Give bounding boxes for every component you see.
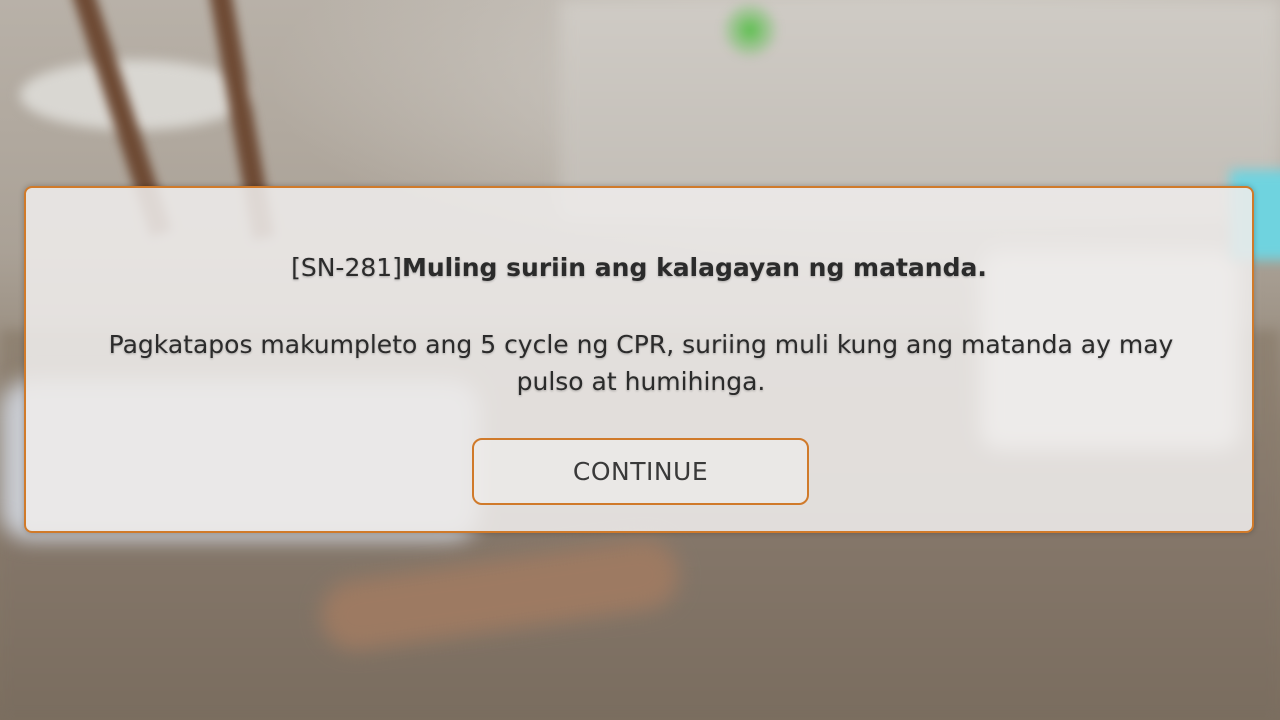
instruction-dialog: [SN-281]Muling suriin ang kalagayan ng m… bbox=[24, 186, 1254, 533]
step-code: [SN-281] bbox=[291, 253, 402, 282]
dialog-body: Pagkatapos makumpleto ang 5 cycle ng CPR… bbox=[108, 330, 1174, 396]
step-heading: Muling suriin ang kalagayan ng matanda. bbox=[401, 253, 987, 282]
dialog-title: [SN-281]Muling suriin ang kalagayan ng m… bbox=[26, 252, 1252, 284]
background-plant bbox=[720, 0, 780, 60]
continue-button[interactable]: CONTINUE bbox=[472, 438, 809, 505]
